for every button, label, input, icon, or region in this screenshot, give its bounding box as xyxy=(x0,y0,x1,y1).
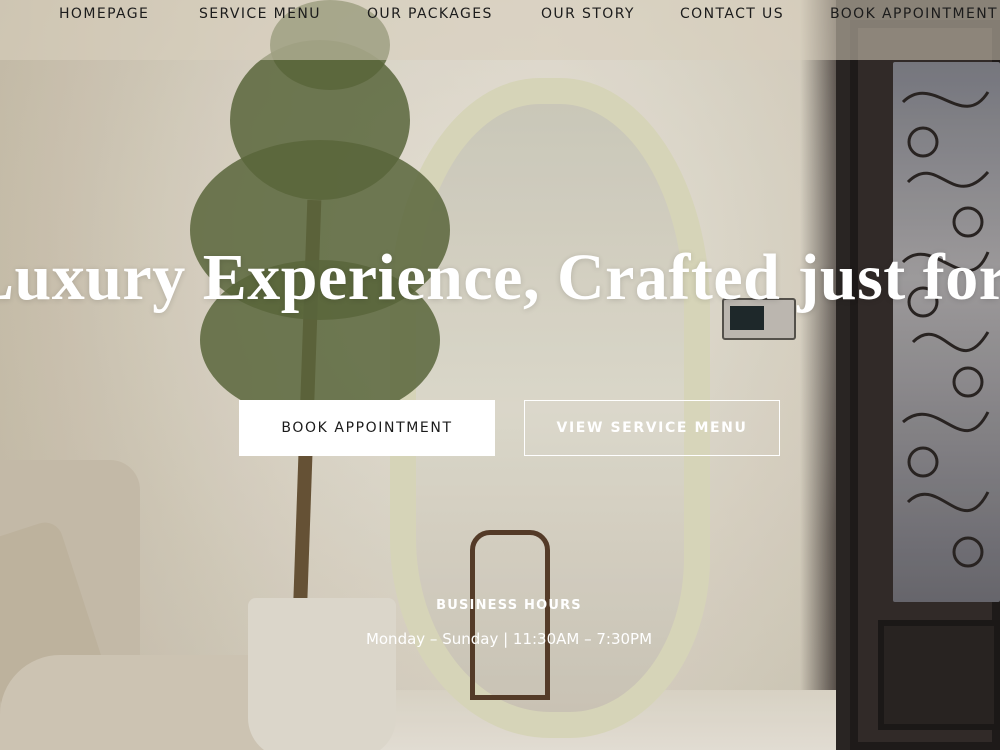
nav-item-homepage[interactable]: HOMEPAGE xyxy=(59,6,149,22)
hero-section: HOMEPAGE SERVICE MENU OUR PACKAGES OUR S… xyxy=(0,0,1000,750)
business-hours-title: BUSINESS HOURS xyxy=(436,598,582,613)
nav-item-our-story[interactable]: OUR STORY xyxy=(541,6,635,22)
hero-headline: Luxury Experience, Crafted just for you xyxy=(0,241,1000,314)
nav-item-our-packages[interactable]: OUR PACKAGES xyxy=(367,6,493,22)
book-appointment-button[interactable]: BOOK APPOINTMENT xyxy=(239,400,495,456)
nav-item-contact-us[interactable]: CONTACT US xyxy=(680,6,784,22)
nav-item-service-menu[interactable]: SERVICE MENU xyxy=(199,6,321,22)
top-nav: HOMEPAGE SERVICE MENU OUR PACKAGES OUR S… xyxy=(0,0,1000,60)
nav-item-book-appointment[interactable]: BOOK APPOINTMENT xyxy=(830,6,998,22)
view-service-menu-button[interactable]: VIEW SERVICE MENU xyxy=(524,400,780,456)
business-hours-text: Monday – Sunday | 11:30AM – 7:30PM xyxy=(365,630,653,648)
